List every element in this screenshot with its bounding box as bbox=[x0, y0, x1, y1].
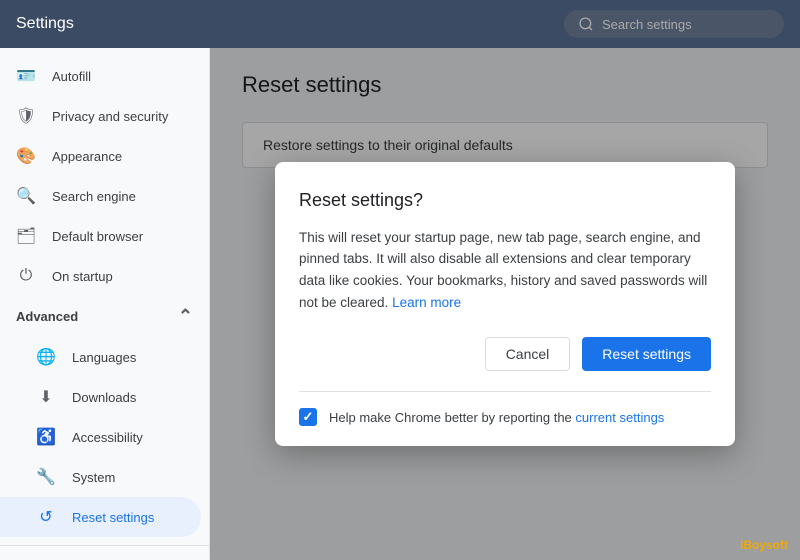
sidebar-item-label: Privacy and security bbox=[52, 109, 168, 124]
sidebar-item-system[interactable]: 🔧 System bbox=[0, 457, 201, 497]
app-title: Settings bbox=[16, 15, 74, 33]
advanced-label: Advanced bbox=[16, 309, 78, 324]
appearance-icon: 🎨 bbox=[16, 146, 36, 166]
content-area: Reset settings Restore settings to their… bbox=[210, 48, 800, 560]
sidebar-item-accessibility[interactable]: ♿ Accessibility bbox=[0, 417, 201, 457]
modal-overlay: Reset settings? This will reset your sta… bbox=[210, 48, 800, 560]
sidebar-item-downloads[interactable]: ⬇ Downloads bbox=[0, 377, 201, 417]
watermark-brand: iBoysoft bbox=[740, 538, 788, 552]
sidebar-item-label: Appearance bbox=[52, 149, 122, 164]
chevron-up-icon: ⌃ bbox=[178, 306, 193, 327]
default-browser-icon: 🗂 bbox=[16, 226, 36, 246]
reset-settings-button[interactable]: Reset settings bbox=[582, 337, 711, 371]
sidebar-item-label: Search engine bbox=[52, 189, 136, 204]
sidebar-item-label: Reset settings bbox=[72, 510, 154, 525]
dialog-body-text: This will reset your startup page, new t… bbox=[299, 230, 707, 310]
sidebar-item-label: Autofill bbox=[52, 69, 91, 84]
search-input[interactable] bbox=[602, 17, 770, 32]
sidebar-item-autofill[interactable]: 🪪 Autofill bbox=[0, 56, 201, 96]
on-startup-icon: ⏻ bbox=[16, 266, 36, 286]
reset-icon: ↺ bbox=[36, 507, 56, 527]
footer-static-text: Help make Chrome better by reporting the bbox=[329, 410, 572, 425]
sidebar-item-label: On startup bbox=[52, 269, 113, 284]
sidebar-item-search-engine[interactable]: 🔍 Search engine bbox=[0, 176, 201, 216]
search-icon bbox=[578, 16, 594, 32]
reset-dialog: Reset settings? This will reset your sta… bbox=[275, 162, 735, 446]
sidebar-item-extensions[interactable]: Extensions ↗ bbox=[0, 554, 209, 560]
help-chrome-checkbox[interactable] bbox=[299, 408, 317, 426]
languages-icon: 🌐 bbox=[36, 347, 56, 367]
main-layout: 🪪 Autofill 🛡 Privacy and security 🎨 Appe… bbox=[0, 48, 800, 560]
dialog-title: Reset settings? bbox=[299, 190, 711, 211]
advanced-section-header[interactable]: Advanced ⌃ bbox=[0, 296, 209, 337]
cancel-button[interactable]: Cancel bbox=[485, 337, 571, 371]
sidebar: 🪪 Autofill 🛡 Privacy and security 🎨 Appe… bbox=[0, 48, 210, 560]
sidebar-item-on-startup[interactable]: ⏻ On startup bbox=[0, 256, 201, 296]
sidebar-item-reset-settings[interactable]: ↺ Reset settings bbox=[0, 497, 201, 537]
privacy-icon: 🛡 bbox=[16, 106, 36, 126]
accessibility-icon: ♿ bbox=[36, 427, 56, 447]
watermark: iBoysoft bbox=[740, 538, 788, 552]
search-bar[interactable] bbox=[564, 10, 784, 38]
dialog-footer: Help make Chrome better by reporting the… bbox=[299, 391, 711, 426]
sidebar-item-label: Downloads bbox=[72, 390, 136, 405]
footer-text: Help make Chrome better by reporting the… bbox=[329, 410, 664, 425]
dialog-body: This will reset your startup page, new t… bbox=[299, 227, 711, 313]
autofill-icon: 🪪 bbox=[16, 66, 36, 86]
sidebar-item-privacy[interactable]: 🛡 Privacy and security bbox=[0, 96, 201, 136]
downloads-icon: ⬇ bbox=[36, 387, 56, 407]
sidebar-item-languages[interactable]: 🌐 Languages bbox=[0, 337, 201, 377]
learn-more-link[interactable]: Learn more bbox=[392, 295, 461, 310]
current-settings-link[interactable]: current settings bbox=[575, 410, 664, 425]
sidebar-item-label: Languages bbox=[72, 350, 136, 365]
dialog-actions: Cancel Reset settings bbox=[299, 337, 711, 371]
sidebar-item-label: System bbox=[72, 470, 115, 485]
sidebar-item-label: Accessibility bbox=[72, 430, 143, 445]
sidebar-item-appearance[interactable]: 🎨 Appearance bbox=[0, 136, 201, 176]
search-engine-icon: 🔍 bbox=[16, 186, 36, 206]
sidebar-item-default-browser[interactable]: 🗂 Default browser bbox=[0, 216, 201, 256]
sidebar-bottom: Extensions ↗ About Chrome bbox=[0, 545, 209, 560]
header: Settings bbox=[0, 0, 800, 48]
system-icon: 🔧 bbox=[36, 467, 56, 487]
sidebar-item-label: Default browser bbox=[52, 229, 143, 244]
